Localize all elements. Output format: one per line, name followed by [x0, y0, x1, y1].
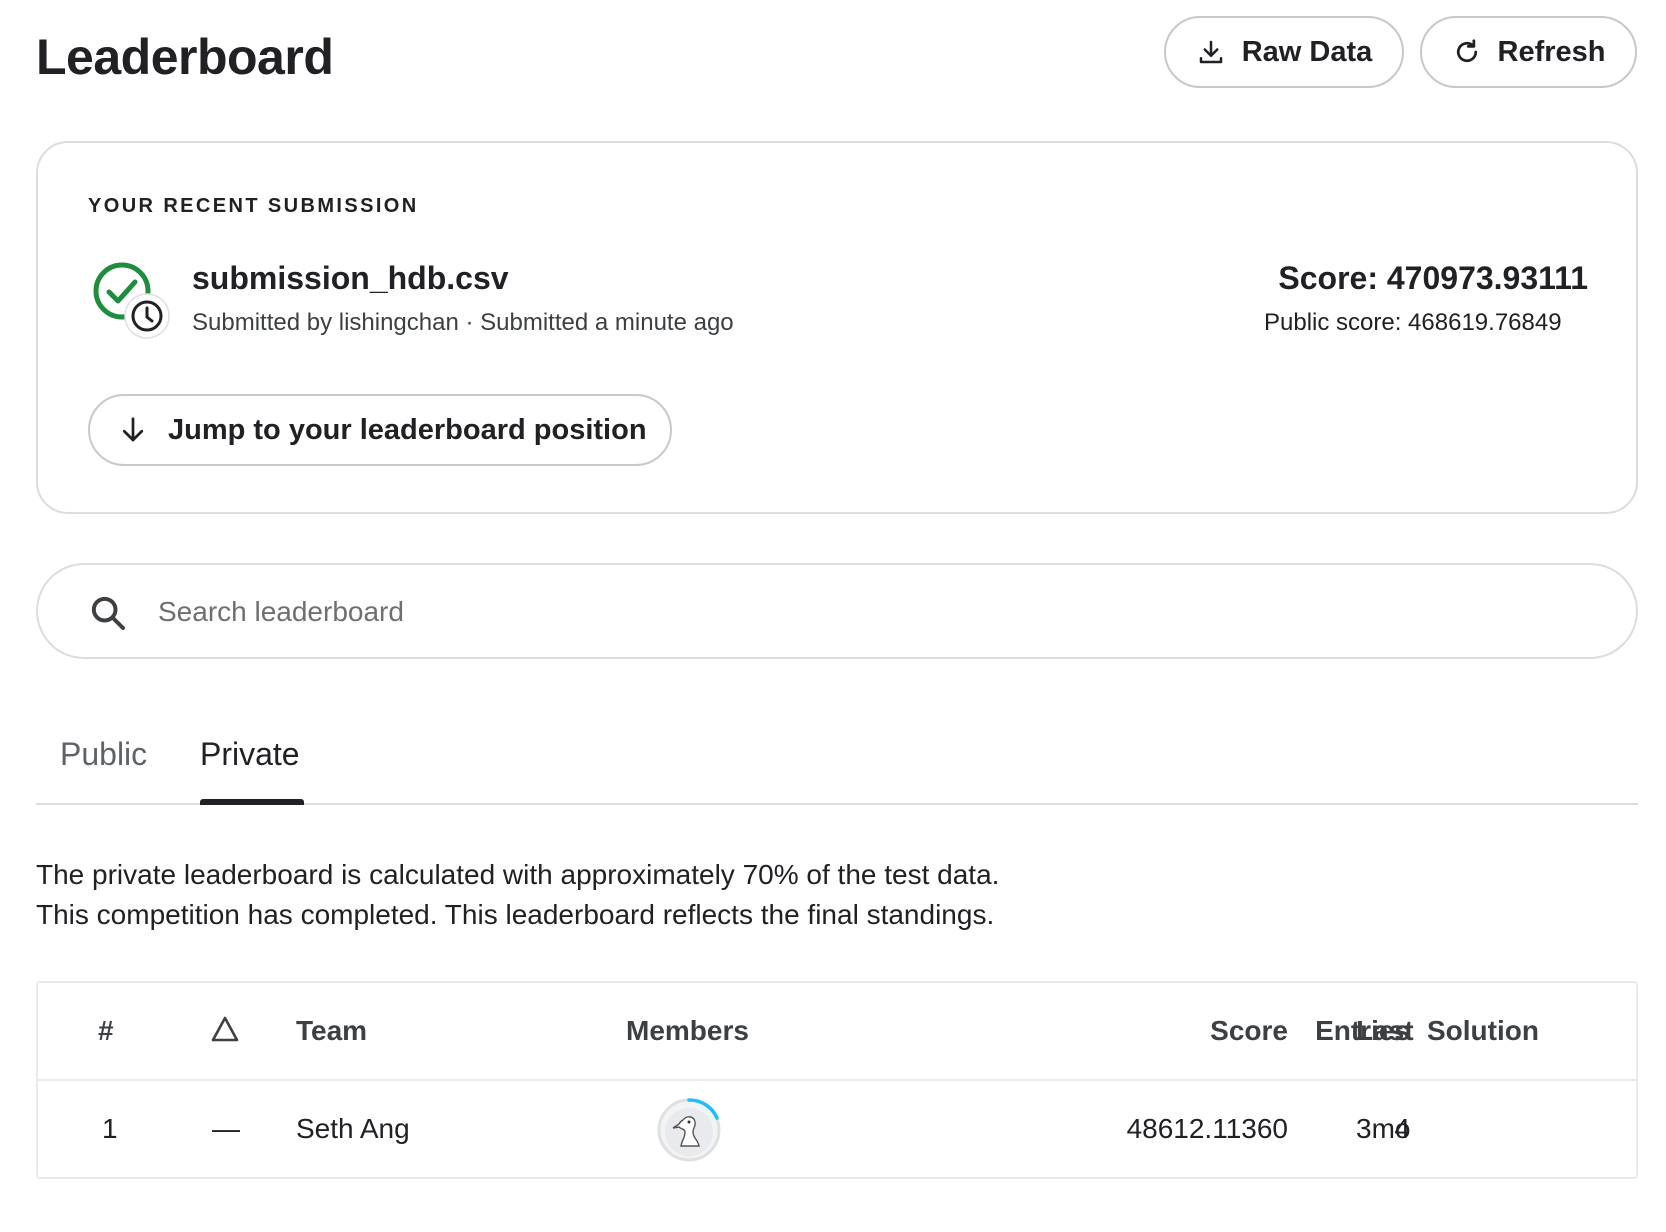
table-row[interactable]: 1 — Seth Ang 48612.11360 4 3mo: [38, 1081, 1636, 1179]
search-icon: [91, 596, 125, 630]
description-line-2: This competition has completed. This lea…: [36, 899, 995, 930]
tab-public[interactable]: Public: [60, 736, 147, 773]
refresh-icon: [1456, 39, 1477, 63]
refresh-label: Refresh: [1497, 35, 1606, 68]
submission-score: Score: 470973.93111: [1278, 260, 1588, 296]
page-title: Leaderboard: [36, 29, 334, 85]
row-team-name[interactable]: Seth Ang: [296, 1113, 410, 1145]
jump-to-position-button[interactable]: Jump to your leaderboard position: [88, 394, 672, 466]
jump-to-position-label: Jump to your leaderboard position: [168, 413, 647, 446]
column-delta[interactable]: [210, 1015, 240, 1050]
leaderboard-page: Leaderboard Raw Data Refresh YOUR RECENT…: [0, 0, 1666, 1232]
raw-data-button[interactable]: Raw Data: [1164, 16, 1404, 88]
column-members[interactable]: Members: [626, 1015, 749, 1047]
row-rank: 1: [102, 1113, 118, 1144]
tab-private[interactable]: Private: [200, 736, 300, 773]
refresh-button[interactable]: Refresh: [1420, 16, 1637, 88]
success-check-clock-icon: [93, 262, 170, 339]
row-last: 3mo: [1356, 1113, 1411, 1144]
search-bar[interactable]: [36, 563, 1638, 659]
column-last[interactable]: Last: [1356, 1015, 1414, 1047]
column-score[interactable]: Score: [1210, 1015, 1288, 1047]
table-header: # Team Members Score Entries Last Soluti…: [38, 983, 1636, 1081]
download-icon: [1199, 40, 1222, 64]
raw-data-label: Raw Data: [1241, 35, 1373, 68]
arrow-down-icon: [122, 417, 144, 442]
delta-triangle-icon: [211, 1016, 239, 1042]
leaderboard-description: The private leaderboard is calculated wi…: [36, 855, 999, 935]
submission-meta: Submitted by lishingchan · Submitted a m…: [192, 309, 734, 336]
row-delta: —: [212, 1113, 240, 1144]
column-solution[interactable]: Solution: [1427, 1015, 1539, 1047]
recent-submission-card: YOUR RECENT SUBMISSION submission_hdb.cs…: [36, 141, 1638, 514]
column-team[interactable]: Team: [296, 1015, 367, 1047]
submission-public-score: Public score: 468619.76849: [1264, 309, 1562, 336]
recent-submission-heading: YOUR RECENT SUBMISSION: [88, 195, 419, 217]
submission-file-name[interactable]: submission_hdb.csv: [192, 260, 509, 297]
column-rank[interactable]: #: [98, 1015, 114, 1047]
leaderboard-table: # Team Members Score Entries Last Soluti…: [36, 981, 1638, 1179]
row-score: 48612.11360: [1126, 1113, 1288, 1144]
active-tab-indicator: [200, 799, 304, 805]
goose-avatar-icon[interactable]: [655, 1096, 723, 1164]
leaderboard-tabs: Public Private: [36, 720, 1638, 805]
search-input[interactable]: [158, 589, 1578, 635]
description-line-1: The private leaderboard is calculated wi…: [36, 859, 1000, 890]
